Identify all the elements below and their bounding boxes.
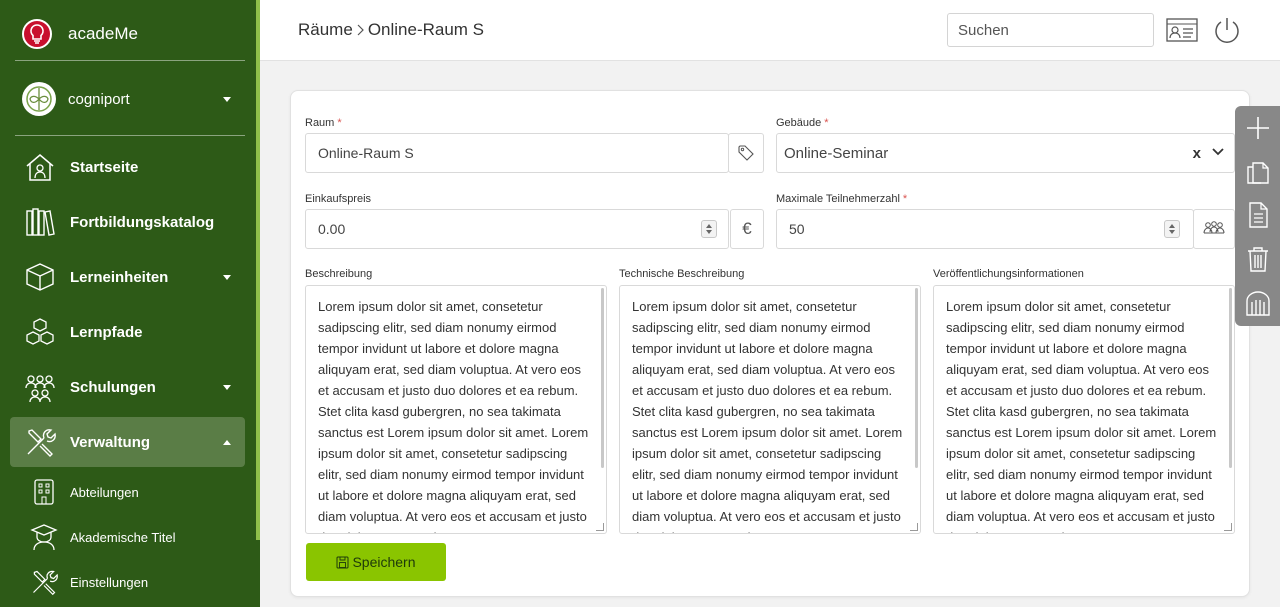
sidebar-item-schulungen[interactable]: Schulungen [10,362,245,412]
resize-grip[interactable] [910,523,918,531]
copy-icon[interactable] [1244,157,1272,185]
sidebar-item-startseite[interactable]: Startseite [10,142,245,192]
home-icon [26,154,54,181]
resize-grip[interactable] [1224,523,1232,531]
currency-addon: € [730,209,764,249]
sidebar-scrollbar[interactable] [256,0,260,540]
sidebar-subitem-akademische-titel[interactable]: Akademische Titel [10,519,245,555]
euro-icon: € [742,219,752,238]
app-name: acadeMe [68,24,138,43]
document-icon[interactable] [1244,201,1272,229]
technische-beschreibung-textarea[interactable]: Lorem ipsum dolor sit amet, consetetur s… [619,285,921,534]
group-icon [25,375,55,403]
breadcrumb-item-raeume[interactable]: Räume [298,20,353,40]
brand[interactable]: acadeMe [22,18,138,50]
books-icon [26,208,55,236]
beschreibung-label: Beschreibung [305,268,373,280]
chevron-down-icon [223,275,231,280]
sidebar-item-lernpfade[interactable]: Lernpfade [10,307,245,357]
org-name: cogniport [68,90,130,108]
cube-icon [26,263,54,291]
search-input[interactable] [947,13,1154,47]
sidebar-subitem-einstellungen[interactable]: Einstellungen [10,564,245,600]
sidebar-item-fortbildungskatalog[interactable]: Fortbildungskatalog [10,197,245,247]
gebaeude-label: Gebäude * [776,117,829,129]
id-card-icon[interactable] [1166,16,1198,44]
teilnehmer-label: Maximale Teilnehmerzahl * [776,193,908,205]
org-avatar [22,82,56,116]
sidebar-divider [15,135,245,136]
number-stepper[interactable] [701,220,717,238]
gebaeude-select[interactable]: Online-Seminar x [776,133,1235,173]
building-icon [34,479,54,505]
tools-icon [33,570,58,596]
add-icon[interactable] [1244,114,1272,142]
raum-label: Raum * [305,117,342,129]
veroeffentlichung-label: Veröffentlichungsinformationen [933,268,1084,280]
sidebar-divider [15,60,245,61]
archive-icon[interactable] [1244,289,1272,317]
veroeffentlichung-textarea[interactable]: Lorem ipsum dolor sit amet, consetetur s… [933,285,1235,534]
tag-button[interactable] [728,133,764,173]
resize-grip[interactable] [596,523,604,531]
sidebar-item-lerneinheiten[interactable]: Lerneinheiten [10,252,245,302]
graduate-icon [30,524,58,551]
tag-icon [738,145,754,161]
trash-icon[interactable] [1244,245,1272,273]
textarea-scrollbar[interactable] [915,288,918,468]
textarea-scrollbar[interactable] [601,288,604,468]
clear-selection-icon[interactable]: x [1193,145,1201,162]
breadcrumb-item-current: Online-Raum S [367,20,485,39]
group-icon [1203,221,1225,234]
textarea-scrollbar[interactable] [1229,288,1232,468]
chevron-down-icon [223,97,231,102]
action-toolbar [1235,106,1280,326]
header: Räume Online-Raum S [260,0,1280,61]
chevron-down-icon[interactable] [1212,148,1224,156]
save-icon [336,556,349,568]
sidebar-item-verwaltung[interactable]: Verwaltung [10,417,245,467]
chevron-right-icon [357,24,364,36]
tools-icon [27,429,56,457]
teilnehmer-input[interactable]: 50 [776,209,1194,249]
einkaufspreis-input[interactable]: 0.00 [305,209,729,249]
org-switcher[interactable]: cogniport [22,82,237,116]
sidebar-subitem-abteilungen[interactable]: Abteilungen [10,474,245,510]
cubes-icon [26,318,54,345]
save-button[interactable]: Speichern [306,543,446,581]
power-icon[interactable] [1211,16,1243,44]
beschreibung-textarea[interactable]: Lorem ipsum dolor sit amet, consetetur s… [305,285,607,534]
number-stepper[interactable] [1164,220,1180,238]
einkaufspreis-label: Einkaufspreis [305,193,372,205]
raum-input[interactable]: Online-Raum S [305,133,729,173]
technische-beschreibung-label: Technische Beschreibung [619,268,745,280]
chevron-down-icon [223,385,231,390]
breadcrumb: Räume Online-Raum S [298,20,484,40]
lightbulb-logo-icon [22,19,52,49]
participants-addon [1193,209,1235,249]
chevron-up-icon [223,440,231,445]
sidebar: acadeMe cogniport Startseite Fortbildung… [0,0,260,607]
